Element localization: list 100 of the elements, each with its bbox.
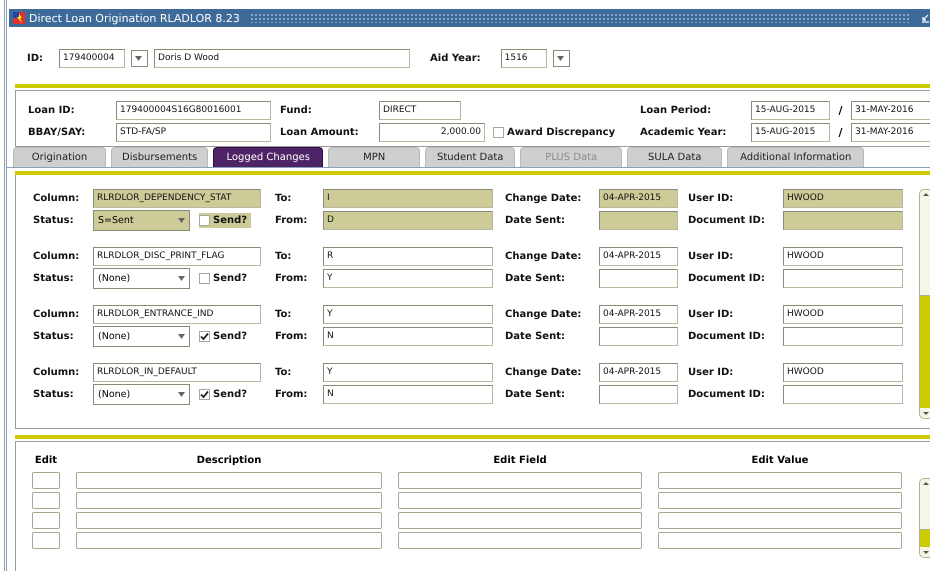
status-label: Status: [33,331,75,342]
lookup-button[interactable] [552,50,570,67]
user-id-field[interactable]: HWOOD [783,363,903,382]
column-field[interactable]: RLRDLOR_IN_DEFAULT [93,363,261,382]
input-field[interactable] [658,472,902,489]
date-sent-field[interactable] [599,211,678,230]
input-field[interactable] [658,532,902,549]
aid-year-field[interactable]: 1516 [500,49,547,68]
scrollbar-thumb[interactable] [920,200,930,296]
loan-period-end-field[interactable]: 31-MAY-2016 [851,101,930,120]
tab[interactable]: SULA Data [627,147,722,167]
to-field[interactable]: R [323,247,493,266]
date-sent-field[interactable] [599,269,678,288]
change-date-field[interactable]: 04-APR-2015 [599,189,678,208]
checkbox[interactable] [493,127,504,138]
change-date-label: Change Date: [505,193,582,204]
status-dropdown[interactable]: (None) [93,384,190,405]
id-field[interactable]: 179400004 [59,49,126,68]
input-field[interactable] [76,532,382,549]
input-field[interactable] [398,512,642,529]
scrollbar[interactable] [919,478,930,558]
to-field[interactable]: I [323,189,493,208]
lookup-button[interactable] [131,50,148,67]
column-header: Edit [34,454,58,468]
scroll-down-icon[interactable] [920,408,930,418]
tab[interactable]: Student Data [425,147,516,167]
status-dropdown[interactable]: (None) [93,268,190,289]
user-id-field[interactable]: HWOOD [783,247,903,266]
column-field[interactable]: RLRDLOR_ENTRANCE_IND [93,305,261,324]
input-field[interactable] [398,492,642,509]
from-field[interactable]: N [323,385,493,404]
column-header: Edit Field [492,454,548,468]
date-sent-field[interactable] [599,385,678,404]
input-field[interactable] [76,512,382,529]
column-field[interactable]: RLRDLOR_DEPENDENCY_STAT [93,189,261,208]
document-id-field[interactable] [783,385,903,404]
loan-id-field[interactable]: 179400004S16G80016001 [116,101,271,120]
input-field[interactable] [32,512,60,529]
input-field[interactable] [398,472,642,489]
loan-amount-field[interactable]: 2,000.00 [379,123,485,142]
checkbox[interactable] [199,389,210,400]
date-sent-field[interactable] [599,327,678,346]
user-id-field[interactable]: HWOOD [783,189,903,208]
input-field[interactable] [658,492,902,509]
document-id-label: Document ID: [688,331,766,342]
from-field[interactable]: D [323,211,493,230]
document-id-field[interactable] [783,327,903,346]
input-field[interactable] [32,472,60,489]
tab[interactable]: Additional Information [727,147,864,167]
tab[interactable]: Logged Changes [213,147,324,167]
academic-year-start-field[interactable]: 15-AUG-2015 [751,123,830,142]
column-label: Column: [33,367,80,378]
send-label: Send? [213,273,248,284]
tab[interactable]: MPN [328,147,420,167]
change-date-field[interactable]: 04-APR-2015 [599,305,678,324]
scroll-down-icon[interactable] [920,547,930,557]
to-label: To: [275,367,292,378]
to-field[interactable]: Y [323,363,493,382]
checkbox[interactable] [199,215,210,226]
status-dropdown[interactable]: (None) [93,326,190,347]
dropdown-arrow-icon [178,276,184,281]
change-date-field[interactable]: 04-APR-2015 [599,247,678,266]
to-label: To: [275,251,292,262]
checkbox[interactable] [199,331,210,342]
to-field[interactable]: Y [323,305,493,324]
loan-period-start-field[interactable]: 15-AUG-2015 [751,101,830,120]
from-field[interactable]: Y [323,269,493,288]
fund-field[interactable]: DIRECT [379,101,461,120]
scrollbar[interactable] [919,189,930,419]
change-date-label: Change Date: [505,309,582,320]
user-id-field[interactable]: HWOOD [783,305,903,324]
minimize-icon[interactable] [920,13,930,23]
input-field[interactable] [32,492,60,509]
status-dropdown[interactable]: S=Sent [93,210,190,231]
from-field[interactable]: N [323,327,493,346]
tab[interactable]: Disbursements [111,147,208,167]
checkbox[interactable] [199,273,210,284]
column-field[interactable]: RLRDLOR_DISC_PRINT_FLAG [93,247,261,266]
input-field[interactable] [398,532,642,549]
from-label: From: [275,389,308,400]
academic-year-end-field[interactable]: 31-MAY-2016 [851,123,930,142]
bbay-say-field[interactable]: STD-FA/SP [116,123,271,142]
scroll-up-icon[interactable] [920,190,930,200]
input-field[interactable] [32,532,60,549]
input-field[interactable] [658,512,902,529]
input-field[interactable] [76,492,382,509]
tab[interactable]: Origination [13,147,106,167]
from-label: From: [275,273,308,284]
academic-year-label: Academic Year: [640,127,726,138]
scroll-up-icon[interactable] [920,479,930,489]
input-field[interactable] [76,472,382,489]
document-id-field[interactable] [783,211,903,230]
change-date-label: Change Date: [505,367,582,378]
document-id-field[interactable] [783,269,903,288]
name-field[interactable]: Doris D Wood [154,49,410,68]
scrollbar-thumb[interactable] [920,489,930,530]
dropdown-arrow-icon [178,334,184,339]
change-date-field[interactable]: 04-APR-2015 [599,363,678,382]
from-label: From: [275,331,308,342]
column-label: Column: [33,309,80,320]
